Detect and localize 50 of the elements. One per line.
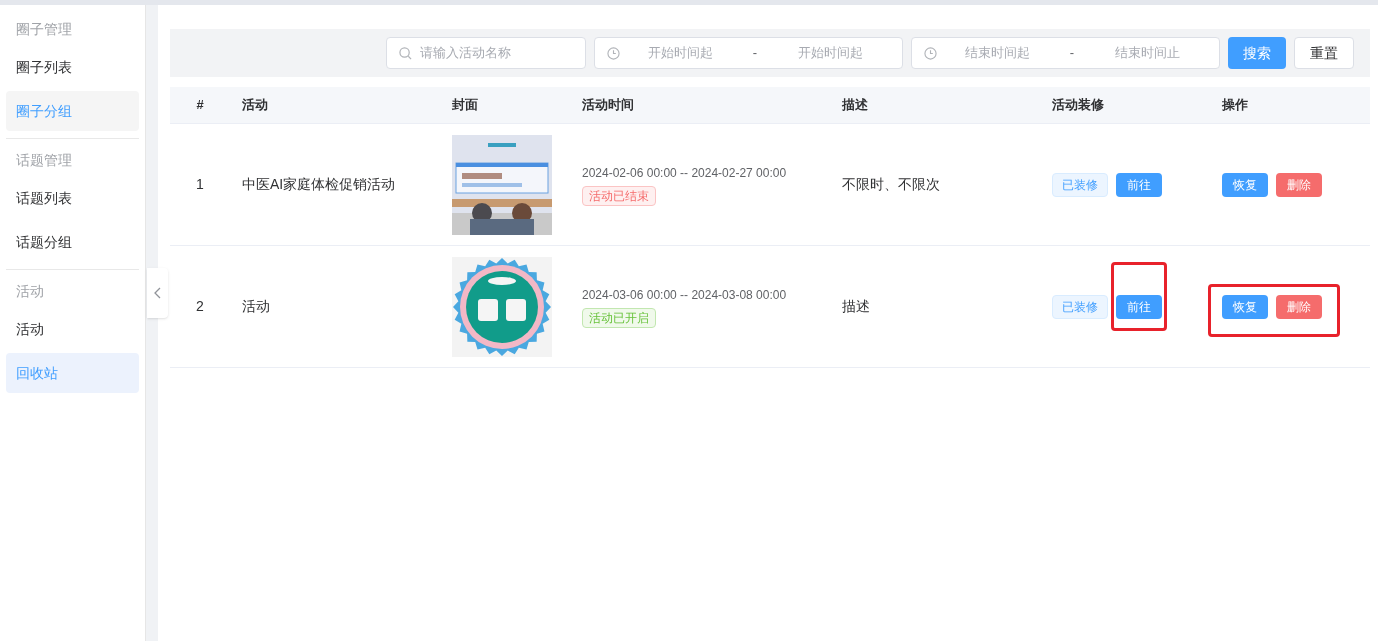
column-header: 描述 <box>842 97 868 113</box>
to-placeholder: 开始时间起 <box>796 44 864 63</box>
search-icon <box>399 46 412 60</box>
delete-button[interactable]: 删除 <box>1276 294 1322 319</box>
table-cell: 不限时、不限次 <box>842 176 940 192</box>
delete-button[interactable]: 删除 <box>1276 172 1322 197</box>
table-cell-text: 2 <box>196 297 204 316</box>
clock-icon <box>924 46 937 60</box>
table-cell-text: 1 <box>196 175 204 194</box>
sidebar-item[interactable]: 圈子分组 <box>6 91 139 131</box>
table-cell: 中医AI家庭体检促销活动 <box>242 176 396 192</box>
search-button[interactable]: 搜索 <box>1228 37 1286 69</box>
from-placeholder: 结束时间起 <box>963 44 1031 63</box>
column-header: 活动 <box>242 97 268 113</box>
table-cell: 描述 <box>842 298 870 314</box>
restore-button[interactable]: 恢复 <box>1222 294 1268 319</box>
sidebar-item[interactable]: 话题分组 <box>6 222 139 262</box>
range-separator: - <box>1068 44 1076 63</box>
chevron-left-icon <box>154 287 161 299</box>
column-header: 封面 <box>452 97 478 113</box>
range-separator: - <box>751 44 759 63</box>
reset-button[interactable]: 重置 <box>1294 37 1354 69</box>
table-cell: 活动 <box>242 298 270 314</box>
column-header: 活动时间 <box>582 97 634 113</box>
time-range-text: 2024-02-06 00:00 -- 2024-02-27 00:00 <box>582 164 787 182</box>
sidebar-item[interactable]: 活动 <box>6 309 139 349</box>
from-placeholder: 开始时间起 <box>646 44 714 63</box>
column-header: # <box>196 96 204 115</box>
column-header: 活动装修 <box>1052 97 1104 113</box>
renovated-tag: 已装修 <box>1052 172 1108 197</box>
renovated-tag: 已装修 <box>1052 294 1108 319</box>
sidebar-item[interactable]: 话题列表 <box>6 178 139 218</box>
to-placeholder: 结束时间止 <box>1113 44 1181 63</box>
sidebar-section-title: 话题管理 <box>15 150 73 170</box>
column-header: 操作 <box>1222 97 1248 113</box>
end-date-range-field[interactable]: 结束时间起 - 结束时间止 <box>911 37 1220 69</box>
time-range-text: 2024-03-06 00:00 -- 2024-03-08 00:00 <box>582 286 787 304</box>
search-field[interactable]: 请输入活动名称 <box>386 37 586 69</box>
restore-button[interactable]: 恢复 <box>1222 172 1268 197</box>
go-button[interactable]: 前往 <box>1116 294 1162 319</box>
sidebar-item[interactable]: 圈子列表 <box>6 47 139 87</box>
start-date-range-field[interactable]: 开始时间起 - 开始时间起 <box>594 37 903 69</box>
sidebar-section-title: 圈子管理 <box>15 19 73 39</box>
collapse-handle[interactable] <box>147 268 168 318</box>
status-tag: 活动已开启 <box>582 307 656 328</box>
clock-icon <box>607 46 620 60</box>
go-button[interactable]: 前往 <box>1116 172 1162 197</box>
sidebar-item[interactable]: 回收站 <box>6 353 139 393</box>
status-tag: 活动已结束 <box>582 185 656 206</box>
sidebar-section-title: 活动 <box>15 281 45 301</box>
